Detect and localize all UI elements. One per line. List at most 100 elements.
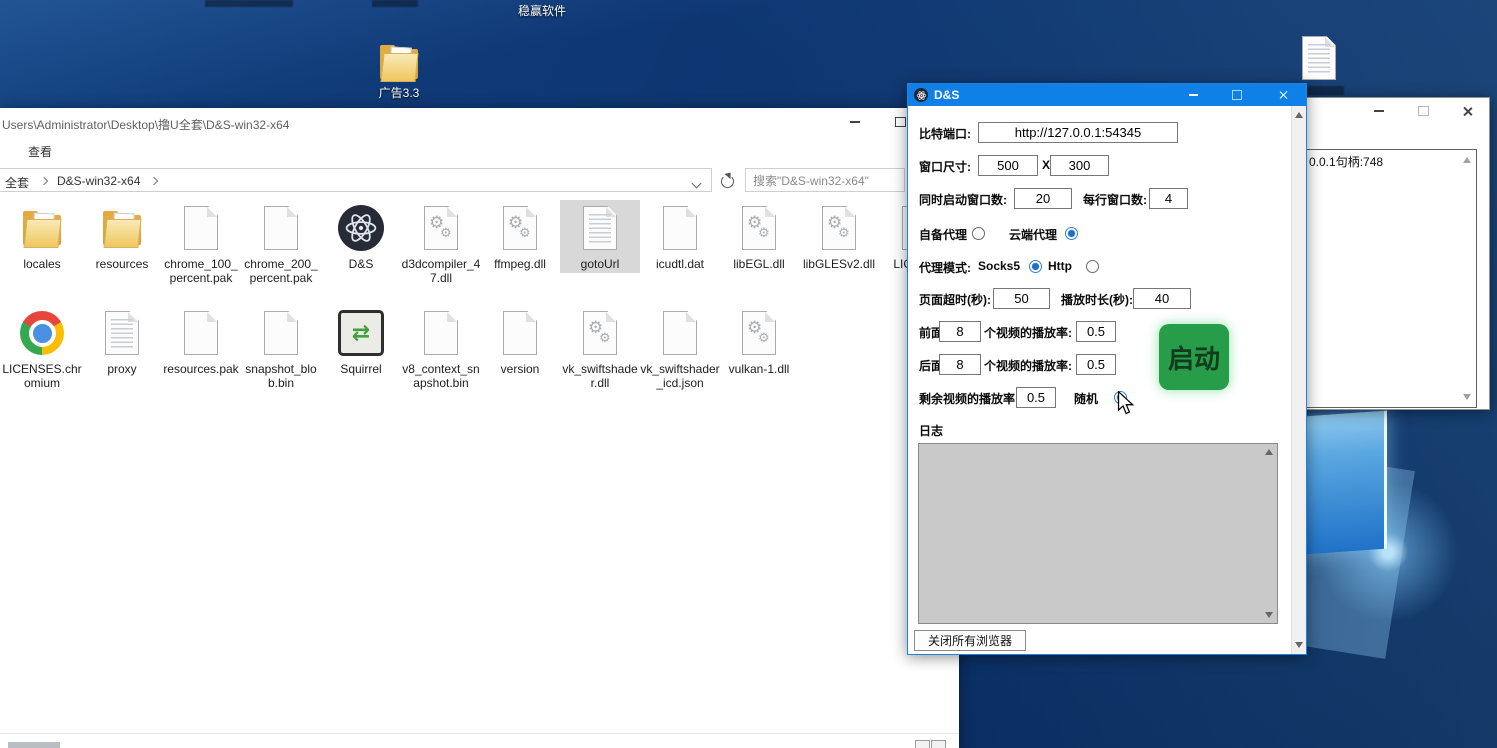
minimize-button[interactable] — [1359, 98, 1399, 124]
file-label: gotoUrl — [560, 257, 640, 271]
close-all-browsers-button[interactable]: 关闭所有浏览器 — [914, 630, 1026, 651]
close-icon — [1278, 90, 1288, 100]
file-label: locales — [2, 257, 82, 271]
back-rate-input[interactable] — [1076, 354, 1116, 375]
play-duration-input[interactable] — [1133, 288, 1191, 309]
file-item[interactable]: chrome_200_percent.pak — [241, 200, 321, 287]
close-button[interactable] — [1266, 84, 1300, 106]
start-button[interactable]: 启动 — [1159, 324, 1229, 390]
dialog-body: 比特端口: 窗口尺寸: X 同时启动窗口数: 每行窗口数: 自备代理 云端代理 … — [908, 106, 1306, 654]
scroll-down-icon[interactable] — [1265, 612, 1273, 618]
breadcrumb-root[interactable]: 全套 — [5, 174, 29, 191]
minimize-button[interactable] — [832, 108, 877, 136]
text-page-icon — [1302, 36, 1336, 80]
scroll-up-icon[interactable] — [1463, 157, 1471, 163]
file-item[interactable]: ⚙⚙libGLESv2.dll — [799, 200, 879, 273]
file-grid: localesresourceschrome_100_percent.pakch… — [0, 196, 959, 733]
log-textarea[interactable] — [918, 443, 1278, 624]
explorer-titlebar[interactable]: Users\Administrator\Desktop\撸U全套\D&S-win… — [0, 108, 959, 136]
file-label: d3dcompiler_47.dll — [401, 257, 481, 285]
file-item[interactable]: ⇄Squirrel — [321, 305, 401, 378]
scroll-down-icon[interactable] — [1295, 642, 1303, 648]
file-item[interactable]: ⚙⚙ffmpeg.dll — [480, 200, 560, 273]
per-row-windows-input[interactable] — [1149, 188, 1188, 209]
front-rate-input[interactable] — [1076, 321, 1116, 342]
page-icon — [401, 307, 481, 359]
file-item[interactable]: chrome_100_percent.pak — [161, 200, 241, 287]
page-timeout-label: 页面超时(秒): — [919, 291, 991, 308]
back-count-input[interactable] — [939, 354, 981, 375]
search-value: 搜索"D&S-win32-x64" — [753, 172, 869, 189]
close-button[interactable] — [1447, 98, 1487, 124]
file-item[interactable]: ⚙⚙libEGL.dll — [719, 200, 799, 273]
desktop-document-icon[interactable] — [1280, 36, 1358, 80]
bit-port-label: 比特端口: — [919, 125, 971, 142]
file-item[interactable]: ⚙⚙d3dcompiler_47.dll — [401, 200, 481, 287]
file-explorer-window: Users\Administrator\Desktop\撸U全套\D&S-win… — [0, 108, 959, 748]
explorer-ribbon: 查看 — [0, 136, 959, 167]
electron-icon — [321, 202, 401, 254]
file-label: version — [480, 362, 560, 376]
file-label: vk_swiftshader_icd.json — [640, 362, 720, 390]
scroll-down-icon[interactable] — [1463, 394, 1471, 400]
scroll-up-icon[interactable] — [1295, 112, 1303, 118]
chevron-down-icon[interactable] — [692, 179, 702, 189]
cloud-proxy-radio[interactable] — [1065, 227, 1078, 240]
minimize-button[interactable] — [1176, 84, 1210, 106]
maximize-button[interactable] — [1220, 84, 1254, 106]
dialog-scrollbar[interactable] — [1291, 106, 1306, 654]
file-item[interactable]: proxy — [82, 305, 162, 378]
maximize-button[interactable] — [1403, 98, 1443, 124]
file-item[interactable]: LICENSES.chromium — [2, 305, 82, 392]
file-label: chrome_200_percent.pak — [241, 257, 321, 285]
details-view-button[interactable] — [915, 740, 930, 748]
file-item[interactable]: gotoUrl — [560, 200, 640, 273]
gearpage-icon: ⚙⚙ — [799, 202, 879, 254]
proxy-mode-label: 代理模式: — [919, 259, 971, 276]
window-width-input[interactable] — [978, 155, 1038, 176]
tab-view[interactable]: 查看 — [28, 143, 52, 160]
own-proxy-radio[interactable] — [972, 227, 985, 240]
file-item[interactable]: vk_swiftshader_icd.json — [640, 305, 720, 392]
file-item[interactable]: snapshot_blob.bin — [241, 305, 321, 392]
scroll-up-icon[interactable] — [1265, 449, 1273, 455]
address-bar[interactable]: 全套 D&S-win32-x64 — [0, 168, 712, 192]
socks5-radio[interactable] — [1029, 260, 1042, 273]
file-item[interactable]: icudtl.dat — [640, 200, 720, 273]
front-count-input[interactable] — [939, 321, 981, 342]
concurrent-windows-input[interactable] — [1014, 188, 1072, 209]
search-input[interactable]: 搜索"D&S-win32-x64" — [745, 168, 905, 192]
random-label: 随机 — [1074, 390, 1098, 407]
file-label: D&S — [321, 257, 401, 271]
refresh-button[interactable] — [716, 170, 738, 192]
socks5-label: Socks5 — [978, 259, 1020, 273]
bit-port-input[interactable] — [978, 122, 1178, 143]
file-item[interactable]: ⚙⚙vulkan-1.dll — [719, 305, 799, 378]
textpage-icon — [560, 202, 640, 254]
desktop-folder-icon[interactable]: 广告3.3 — [359, 42, 439, 101]
file-item[interactable]: D&S — [321, 200, 401, 273]
gearpage-icon: ⚙⚙ — [719, 307, 799, 359]
file-item[interactable]: locales — [2, 200, 82, 273]
textpage-icon — [82, 307, 162, 359]
dialog-titlebar[interactable]: D&S — [908, 84, 1306, 106]
desktop-folder-label: 广告3.3 — [359, 84, 439, 101]
file-item[interactable]: resources — [82, 200, 162, 273]
http-label: Http — [1048, 259, 1072, 273]
cutoff-icon-label — [372, 0, 418, 7]
file-item[interactable]: v8_context_snapshot.bin — [401, 305, 481, 392]
file-label: LICENSES.chromium — [2, 362, 82, 390]
close-icon — [1462, 106, 1473, 117]
file-item[interactable]: resources.pak — [161, 305, 241, 378]
breadcrumb-current[interactable]: D&S-win32-x64 — [57, 174, 140, 188]
http-radio[interactable] — [1086, 260, 1099, 273]
remaining-rate-input[interactable] — [1016, 387, 1056, 408]
thumbnails-view-button[interactable] — [931, 740, 946, 748]
window-height-input[interactable] — [1050, 155, 1109, 176]
file-item[interactable]: ⚙⚙vk_swiftshader.dll — [560, 305, 640, 392]
file-item[interactable]: version — [480, 305, 560, 378]
page-timeout-input[interactable] — [993, 288, 1050, 309]
own-proxy-label: 自备代理 — [919, 226, 967, 243]
play-duration-label: 播放时长(秒): — [1061, 291, 1133, 308]
desktop-icon-label[interactable]: 稳赢软件 — [518, 2, 566, 19]
